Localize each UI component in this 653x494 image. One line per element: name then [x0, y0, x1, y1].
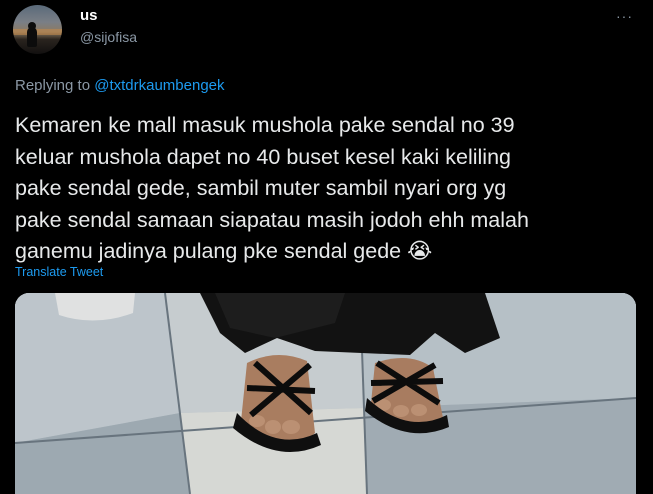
tweet-text-line: Kemaren ke mall masuk mushola pake senda… [15, 113, 515, 137]
tweet-text: Kemaren ke mall masuk mushola pake senda… [15, 110, 640, 268]
avatar-silhouette-body [27, 27, 37, 47]
photo-feet-sandals-icon [15, 293, 636, 494]
translate-tweet-link[interactable]: Translate Tweet [15, 265, 103, 279]
tweet-media-photo[interactable] [15, 293, 636, 494]
tweet-text-line: pake sendal gede, sambil muter sambil ny… [15, 176, 507, 200]
tweet-text-line: pake sendal samaan siapatau masih jodoh … [15, 207, 529, 232]
tweet-text-line: keluar mushola dapet no 40 buset kesel k… [15, 144, 511, 169]
reply-context: Replying to @txtdrkaumbengek [15, 77, 225, 94]
avatar-sunset-band [13, 29, 62, 35]
avatar[interactable] [13, 5, 62, 54]
reply-mention-link[interactable]: @txtdrkaumbengek [94, 77, 224, 94]
more-options-icon[interactable]: ··· [616, 8, 633, 24]
author-display-name[interactable]: us [80, 7, 98, 24]
reply-prefix: Replying to [15, 77, 91, 94]
tweet-text-line: ganemu jadinya pulang pke sendal gede 😭 [15, 239, 433, 263]
author-handle[interactable]: @sijofisa [80, 29, 137, 45]
